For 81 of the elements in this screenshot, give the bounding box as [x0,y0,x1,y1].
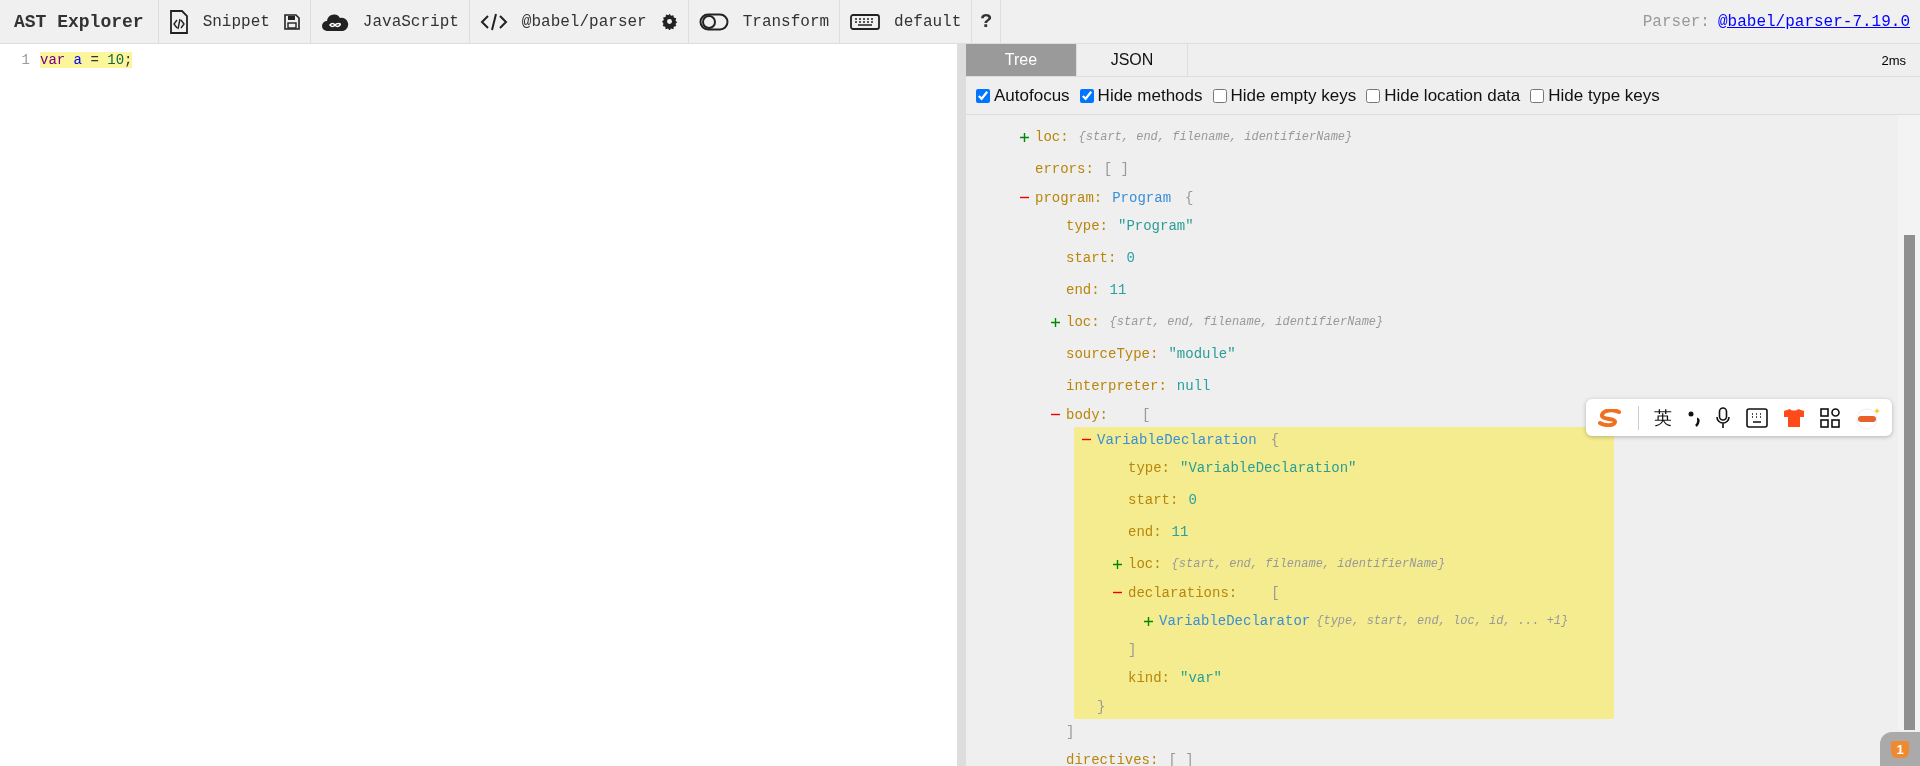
property-key: sourceType: [1066,346,1159,362]
option-label: Hide empty keys [1230,85,1357,106]
option-label: Hide methods [1097,85,1203,106]
option-checkbox[interactable] [976,88,990,103]
input-mode-toggle[interactable]: 英 [1653,405,1672,430]
code-icon[interactable] [479,11,508,32]
app-title: AST Explorer [0,0,159,43]
keyboard-icon[interactable] [1746,407,1769,428]
parse-time: 2ms [1881,51,1907,70]
toggle-icon[interactable] [698,11,729,32]
scrollbar[interactable] [1898,115,1920,730]
literal-value: null [1176,378,1211,394]
empty-list: [ ] [1103,161,1130,177]
property-key: end: [1066,282,1100,298]
property-key: interpreter: [1066,378,1167,394]
string-value: "Program" [1118,218,1194,234]
close-bracket: ] [1066,723,1075,740]
literal-value: 11 [1171,524,1189,540]
property-key: start: [1128,492,1179,508]
expand-icon[interactable] [1144,616,1153,626]
property-key: body: [1066,406,1108,423]
option-label: Autofocus [994,85,1070,106]
file-code-icon[interactable] [168,9,189,34]
option-checkbox[interactable] [1212,88,1227,103]
close-bracket: } [1097,698,1106,715]
parser-button[interactable]: @babel/parser [521,12,647,31]
empty-list: [ ] [1168,752,1194,766]
expand-icon[interactable] [1113,559,1122,569]
parser-version-link[interactable]: @babel/parser-7.19.0 [1717,12,1910,31]
literal-value: 0 [1188,492,1197,508]
property-key: loc: [1035,129,1069,145]
line-number: 1 [20,52,31,68]
string-value: "module" [1168,346,1236,362]
property-key: end: [1128,524,1162,540]
collapsed-summary: {start, end, filename, identifierName} [1171,557,1446,571]
property-key: errors: [1035,161,1094,177]
property-key: kind: [1128,670,1170,686]
keyboard-icon[interactable] [850,11,881,32]
scrollbar-thumb[interactable] [1903,235,1915,730]
option-label: Hide location data [1384,85,1521,106]
option-checkbox[interactable] [1530,88,1545,103]
expand-icon[interactable] [1020,132,1029,142]
collapsed-summary: {type, start, end, loc, id, ... +1} [1316,614,1569,628]
property-key: type: [1066,218,1108,234]
save-icon[interactable] [283,13,300,30]
property-key: declarations: [1128,584,1238,601]
snippet-button[interactable]: Snippet [202,12,270,31]
keymap-button[interactable]: default [894,12,962,31]
literal-value: 11 [1109,282,1127,298]
shirt-icon[interactable] [1782,407,1805,428]
settings-icon[interactable] [660,13,678,30]
string-value: "var" [1180,670,1223,686]
logo-icon[interactable] [1597,408,1624,427]
option-label: Hide type keys [1548,85,1660,106]
property-key: start: [1066,250,1117,266]
option-checkbox[interactable] [1366,88,1381,103]
notification-badge: 1 [1891,740,1909,758]
property-key: directives: [1066,752,1159,766]
close-bracket: ] [1128,641,1137,658]
transform-button[interactable]: Transform [742,12,830,31]
parser-label: Parser: [1642,11,1710,33]
microphone-icon[interactable] [1715,406,1732,429]
open-bracket: { [1270,431,1280,448]
open-bracket: { [1185,189,1194,206]
language-button[interactable]: JavaScript [362,12,459,31]
open-bracket: [ [1271,584,1280,601]
property-key: type: [1128,460,1170,476]
grid-icon[interactable] [1819,407,1840,428]
code-editor[interactable]: 1 var a = 10; [0,44,957,766]
string-value: "VariableDeclaration" [1180,460,1357,476]
collapsed-summary: {start, end, filename, identifierName} [1109,315,1384,329]
open-bracket: [ [1142,406,1151,423]
property-key: program: [1035,189,1103,206]
property-key: loc: [1066,314,1100,330]
expand-icon[interactable] [1051,317,1060,327]
literal-value: 0 [1126,250,1135,266]
property-key: loc: [1128,556,1162,572]
collapsed-summary: {start, end, filename, identifierName} [1078,130,1353,144]
help-button[interactable]: ? [980,10,993,33]
panel-tab[interactable]: JSON [1077,44,1188,76]
option-checkbox[interactable] [1079,88,1094,103]
